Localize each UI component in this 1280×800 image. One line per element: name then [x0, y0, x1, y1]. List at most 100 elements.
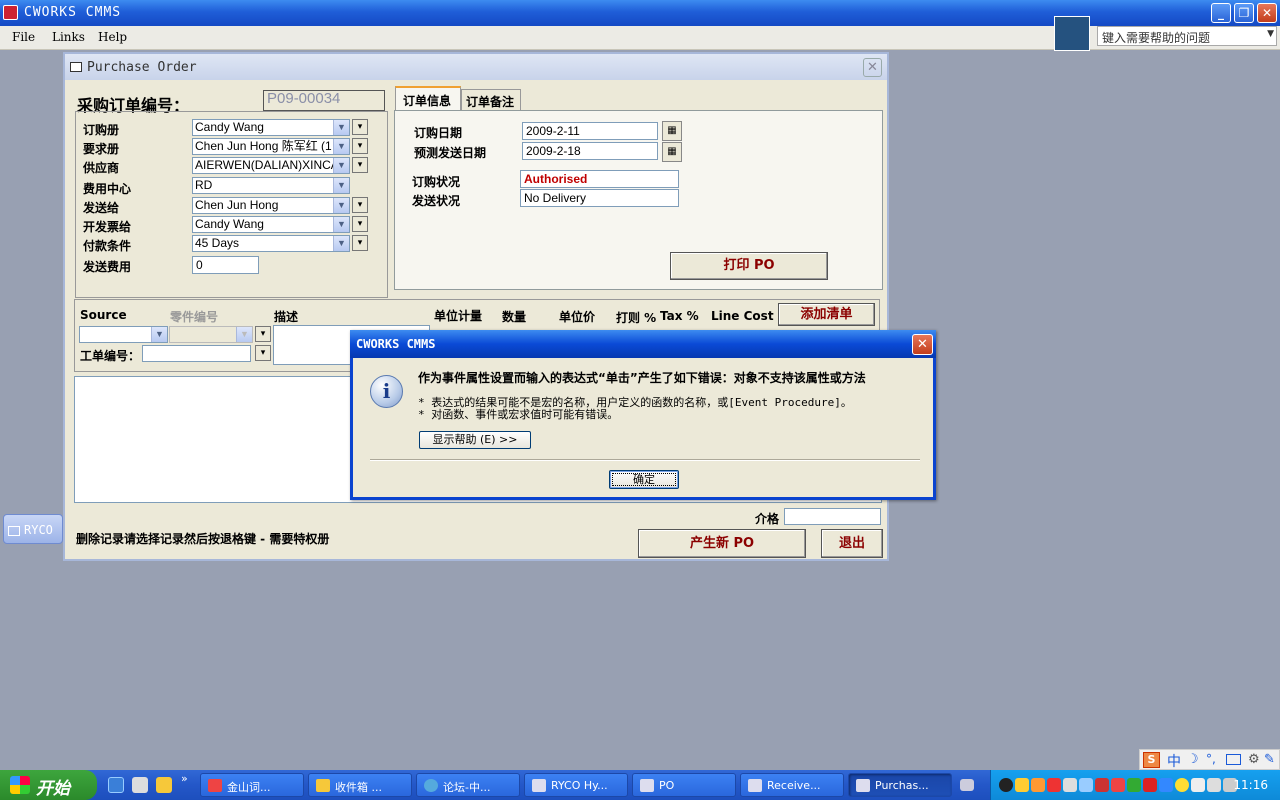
work-order-lookup-button[interactable]: ▾ — [255, 345, 271, 361]
chevron-down-icon[interactable]: ▼ — [333, 158, 349, 173]
print-po-button[interactable]: 打印 PO — [670, 252, 828, 280]
dialog-close-button[interactable]: ✕ — [912, 334, 933, 355]
menu-file[interactable]: File — [12, 30, 35, 44]
punctuation-icon[interactable]: °, — [1206, 752, 1216, 766]
calendar-icon[interactable]: ▦ — [662, 121, 682, 141]
minimized-form-ryco[interactable]: RYCO — [3, 514, 63, 544]
tab-order-notes[interactable]: 订单备注 — [461, 89, 521, 110]
delete-hint: 删除记录请选择记录然后按退格键 - 需要特权册 — [76, 532, 330, 546]
menu-help[interactable]: Help — [98, 30, 127, 44]
help-search-placeholder: 键入需要帮助的问题 — [1102, 31, 1211, 45]
part-no-combo[interactable]: ▼ — [169, 326, 253, 343]
window-switch-icon[interactable] — [132, 777, 148, 793]
chevron-down-icon[interactable]: ▼ — [333, 236, 349, 251]
kingsoft-icon[interactable] — [1111, 778, 1125, 792]
source-combo[interactable]: ▼ — [79, 326, 168, 343]
taskbar-button-ryco[interactable]: RYCO Hy... — [524, 773, 628, 797]
taskbar-button-inbox[interactable]: 收件箱 ... — [308, 773, 412, 797]
chevron-down-icon[interactable]: ▼ — [333, 120, 349, 135]
invoice-to-value: Candy Wang — [195, 217, 264, 231]
show-desktop-icon[interactable] — [960, 779, 974, 791]
supplier-combo[interactable]: AIERWEN(DALIAN)XINCA ▼ — [192, 157, 350, 174]
settings-icon[interactable]: ⚙ — [1248, 752, 1260, 767]
price-input[interactable] — [784, 508, 881, 525]
col-line-cost: Line Cost — [711, 309, 774, 323]
restore-button[interactable]: ❐ — [1234, 3, 1254, 23]
tools-icon[interactable]: ✎ — [1264, 752, 1275, 767]
chevron-down-icon[interactable]: ▼ — [333, 139, 349, 154]
payment-terms-lookup-button[interactable]: ▾ — [352, 235, 368, 251]
exit-button[interactable]: 退出 — [821, 529, 883, 558]
ie-icon[interactable] — [108, 777, 124, 793]
tray-app-icon[interactable] — [1015, 778, 1029, 792]
moon-icon[interactable]: ☽ — [1187, 752, 1199, 767]
invoice-to-lookup-button[interactable]: ▾ — [352, 216, 368, 232]
ship-to-value: Chen Jun Hong — [195, 198, 279, 212]
tray-app-icon[interactable] — [1191, 778, 1205, 792]
requester-combo[interactable]: Chen Jun Hong 陈军红 (1 ▼ — [192, 138, 350, 155]
quicklaunch-more-icon[interactable]: » — [181, 772, 188, 785]
orderer-lookup-button[interactable]: ▾ — [352, 119, 368, 135]
start-button[interactable]: 开始 — [0, 770, 97, 800]
show-help-button[interactable]: 显示帮助 (E) >> — [419, 431, 531, 449]
chevron-down-icon[interactable]: ▼ — [333, 217, 349, 232]
ship-to-combo[interactable]: Chen Jun Hong ▼ — [192, 197, 350, 214]
network-icon[interactable] — [1063, 778, 1077, 792]
supplier-lookup-button[interactable]: ▾ — [352, 157, 368, 173]
chevron-down-icon[interactable]: ▼ — [1267, 29, 1274, 39]
security-icon[interactable] — [1127, 778, 1141, 792]
form-icon — [748, 779, 762, 792]
orderer-combo[interactable]: Candy Wang ▼ — [192, 119, 350, 136]
volume-icon[interactable] — [1207, 778, 1221, 792]
tray-app-icon[interactable] — [1159, 778, 1173, 792]
chevron-down-icon[interactable]: ▼ — [151, 327, 167, 342]
part-lookup-button[interactable]: ▾ — [255, 326, 271, 342]
add-line-button[interactable]: 添加清单 — [778, 303, 875, 326]
order-no-field[interactable]: P09-00034 — [263, 90, 385, 111]
new-po-button[interactable]: 产生新 PO — [638, 529, 806, 558]
field-label-ship-to: 发送给 — [83, 201, 120, 215]
chevron-down-icon[interactable]: ▼ — [333, 178, 349, 193]
payment-terms-combo[interactable]: 45 Days ▼ — [192, 235, 350, 252]
menu-links[interactable]: Links — [52, 30, 85, 44]
app-title: CWORKS CMMS — [24, 5, 122, 20]
expected-date-input[interactable]: 2009-2-18 — [522, 142, 658, 160]
invoice-to-combo[interactable]: Candy Wang ▼ — [192, 216, 350, 233]
requester-lookup-button[interactable]: ▾ — [352, 138, 368, 154]
tab-order-info[interactable]: 订单信息 — [395, 86, 461, 111]
taskbar-button-kingsoft[interactable]: 金山词... — [200, 773, 304, 797]
tray-app-icon[interactable] — [1095, 778, 1109, 792]
outlook-icon[interactable] — [156, 777, 172, 793]
form-icon — [70, 62, 82, 72]
taskbar-button-po[interactable]: PO — [632, 773, 736, 797]
minimize-button[interactable]: _ — [1211, 3, 1231, 23]
chevron-down-icon[interactable]: ▼ — [236, 327, 252, 342]
qq-icon[interactable] — [999, 778, 1013, 792]
tray-app-icon[interactable] — [1047, 778, 1061, 792]
help-search-box[interactable]: 键入需要帮助的问题 ▼ — [1097, 26, 1277, 46]
shipping-cost-input[interactable]: 0 — [192, 256, 259, 274]
order-date-input[interactable]: 2009-2-11 — [522, 122, 658, 140]
antivirus-icon[interactable] — [1143, 778, 1157, 792]
chevron-down-icon[interactable]: ▼ — [333, 198, 349, 213]
office-assistant-icon[interactable] — [1054, 16, 1090, 51]
taskbar-button-receive[interactable]: Receive... — [740, 773, 844, 797]
taskbar-button-purchase[interactable]: Purchas... — [848, 773, 952, 797]
calendar-icon[interactable]: ▦ — [662, 142, 682, 162]
work-order-input[interactable] — [142, 345, 251, 362]
supplier-value: AIERWEN(DALIAN)XINCA — [195, 158, 339, 172]
ime-mode-label[interactable]: 中 — [1167, 751, 1181, 771]
taskbar-button-forum[interactable]: 论坛-中... — [416, 773, 520, 797]
network-icon[interactable] — [1079, 778, 1093, 792]
po-window-close-button[interactable]: ✕ — [863, 58, 882, 77]
keyboard-icon[interactable] — [1226, 754, 1241, 765]
app-close-button[interactable]: ✕ — [1257, 3, 1277, 23]
clock[interactable]: 11:16 — [1233, 778, 1268, 792]
tray-app-icon[interactable] — [1031, 778, 1045, 792]
ok-button[interactable]: 确定 — [609, 470, 679, 489]
cost-center-combo[interactable]: RD ▼ — [192, 177, 350, 194]
tray-app-icon[interactable] — [1175, 778, 1189, 792]
ship-to-lookup-button[interactable]: ▾ — [352, 197, 368, 213]
col-discount: 打则 % — [616, 311, 657, 325]
sogou-icon[interactable]: S — [1143, 752, 1160, 768]
